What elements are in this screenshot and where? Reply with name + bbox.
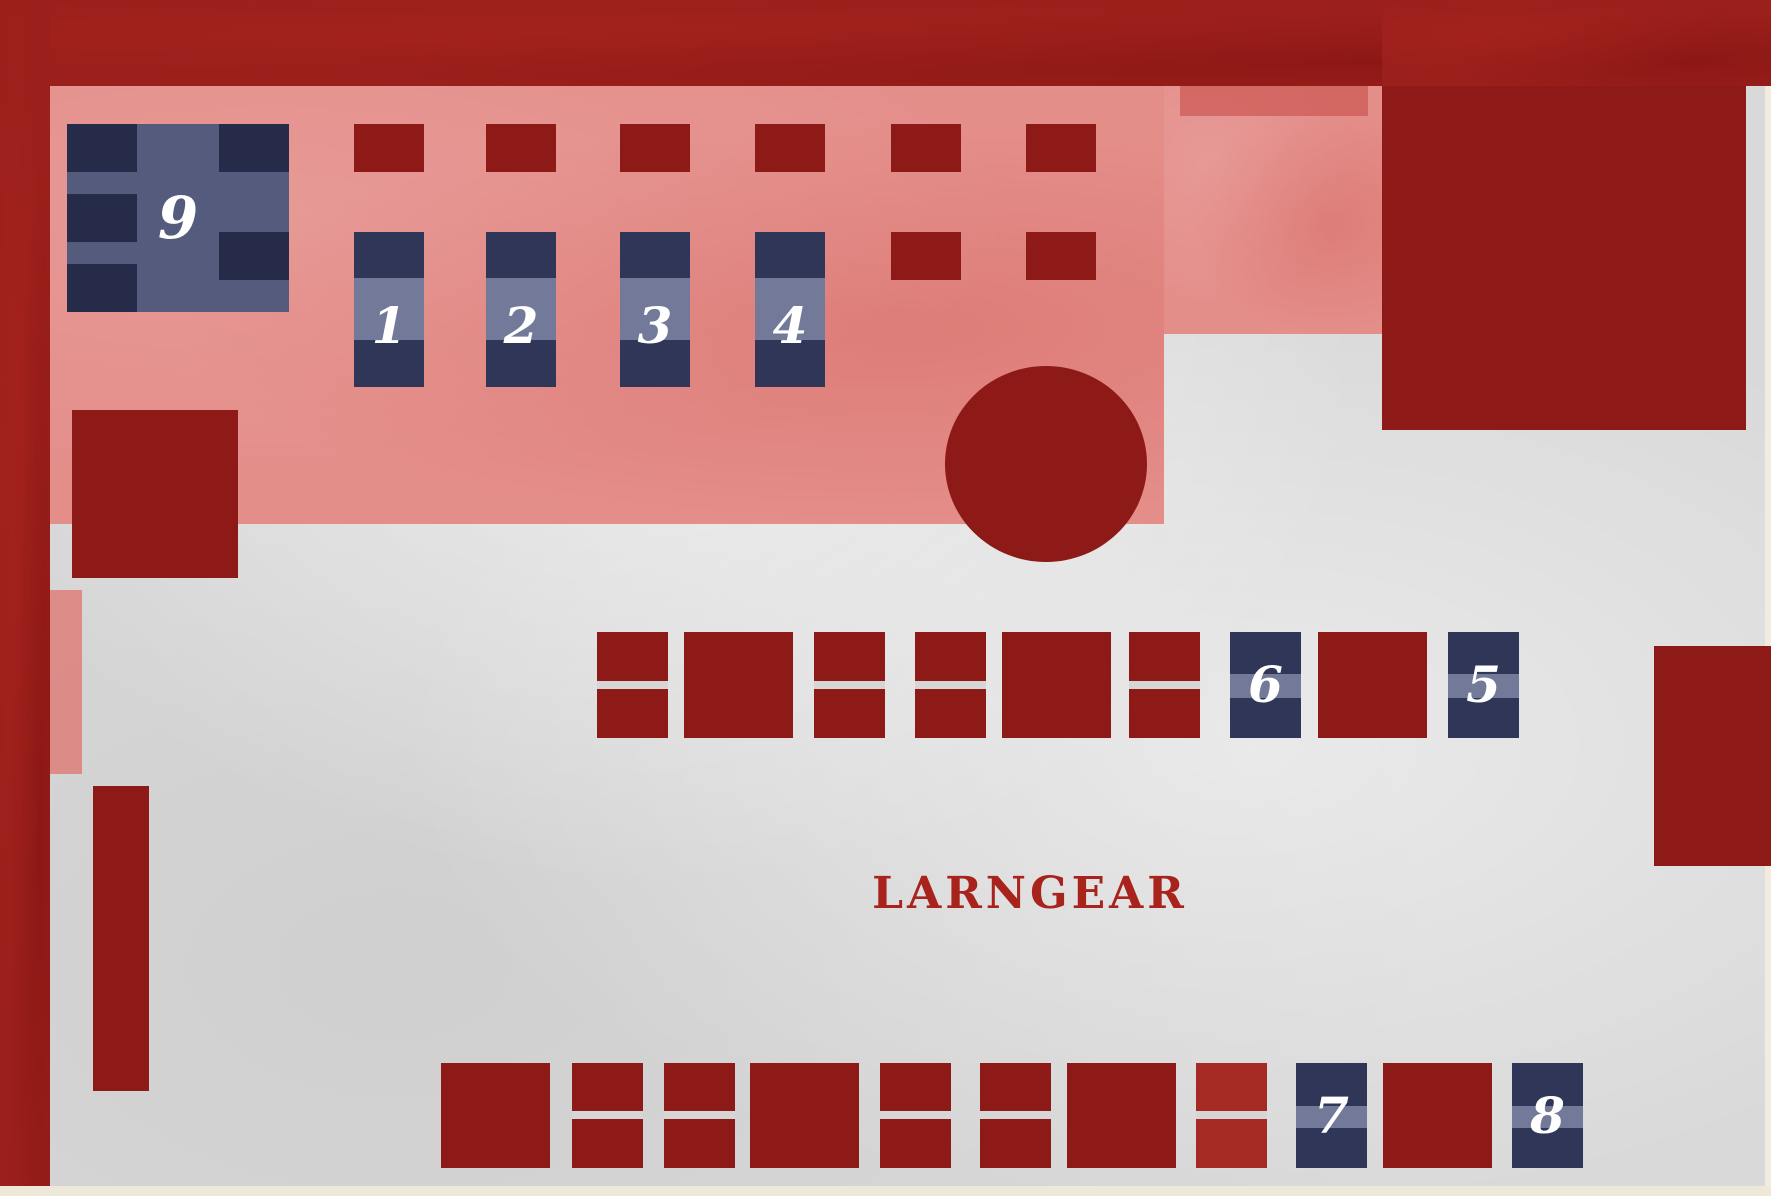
slot-3-number: 3	[637, 295, 673, 355]
tile	[620, 124, 690, 172]
slot-4-number: 4	[772, 295, 808, 355]
tile-split	[1129, 632, 1200, 738]
tile	[1002, 632, 1111, 738]
slot-9-number: 9	[157, 184, 199, 252]
slot-4[interactable]: 4	[755, 232, 825, 387]
round-table	[945, 366, 1147, 562]
game-map: 9 1 2 3 4 6 5 LARNGEAR 7 8	[0, 0, 1771, 1196]
tile	[1383, 1063, 1492, 1168]
slot-5[interactable]: 5	[1448, 632, 1519, 738]
slot-3[interactable]: 3	[620, 232, 690, 387]
slot-8[interactable]: 8	[1512, 1063, 1583, 1168]
tile-split	[664, 1063, 735, 1168]
tile-split	[814, 632, 885, 738]
tile	[441, 1063, 550, 1168]
tile	[1026, 232, 1096, 280]
outer-wall-left	[0, 0, 50, 1186]
wall-block-right	[1382, 86, 1746, 430]
slot-2-number: 2	[503, 295, 539, 355]
slot-6[interactable]: 6	[1230, 632, 1301, 738]
slot-7[interactable]: 7	[1296, 1063, 1367, 1168]
slot-1[interactable]: 1	[354, 232, 424, 387]
tile	[750, 1063, 859, 1168]
tile	[1026, 124, 1096, 172]
tile	[1318, 632, 1427, 738]
pink-zone-trim	[1180, 86, 1368, 116]
slot-9-cell	[219, 124, 289, 172]
left-doorway	[50, 590, 82, 774]
tile	[354, 124, 424, 172]
slot-2[interactable]: 2	[486, 232, 556, 387]
slot-1-number: 1	[371, 295, 407, 355]
slot-9[interactable]: 9	[67, 124, 289, 312]
tile-split	[597, 632, 668, 738]
slot-7-number: 7	[1314, 1085, 1349, 1145]
slot-9-cell	[67, 194, 137, 242]
wall-block-left	[72, 410, 238, 578]
tile-split	[1196, 1063, 1267, 1168]
tile	[891, 124, 961, 172]
tile	[486, 124, 556, 172]
left-pillar	[93, 786, 149, 1091]
tile-split	[980, 1063, 1051, 1168]
slot-9-cell	[219, 232, 289, 280]
slot-6-number: 6	[1248, 655, 1283, 714]
tile	[684, 632, 793, 738]
tile-split	[572, 1063, 643, 1168]
tile	[755, 124, 825, 172]
wall-top-right	[1382, 0, 1771, 86]
slot-9-cell	[67, 124, 137, 172]
slot-5-number: 5	[1466, 655, 1501, 714]
slot-9-cell	[67, 264, 137, 312]
wall-block-far-right	[1654, 646, 1771, 866]
tile-split	[915, 632, 986, 738]
slot-8-number: 8	[1530, 1085, 1565, 1145]
area-label: LARNGEAR	[872, 868, 1188, 919]
map-bottom-edge	[0, 1186, 1771, 1196]
pink-zone-annex	[1164, 86, 1382, 334]
tile	[1067, 1063, 1176, 1168]
tile	[891, 232, 961, 280]
tile-split	[880, 1063, 951, 1168]
